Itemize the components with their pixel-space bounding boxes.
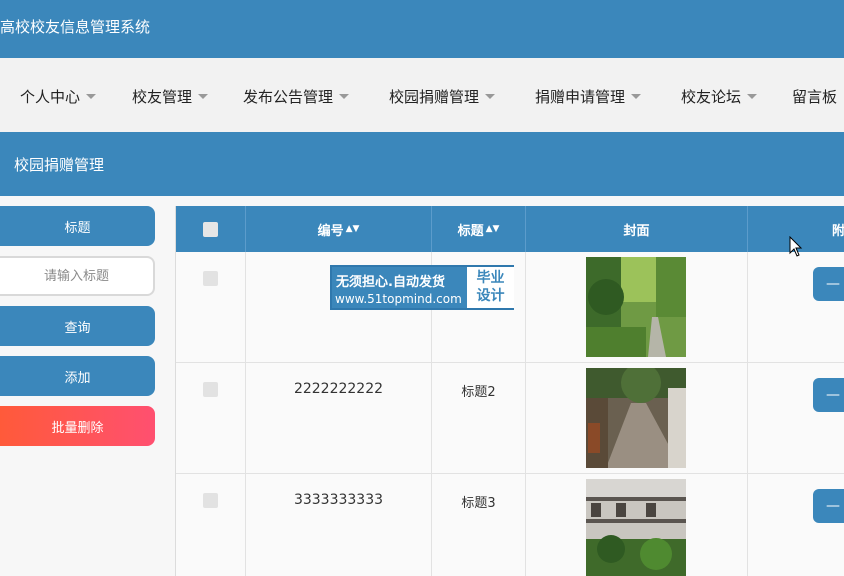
column-header-label: 封面 (623, 223, 650, 239)
row-checkbox[interactable] (203, 271, 218, 286)
sort-icon: ▲▼ (345, 224, 360, 234)
column-header-label: 标题 (457, 223, 484, 239)
nav-item-label: 留言板 (792, 88, 838, 106)
row-select-cell (176, 252, 246, 363)
row-checkbox[interactable] (203, 382, 218, 397)
number-value: 2222222222 (293, 381, 384, 397)
number-cell: 2222222222 (246, 363, 432, 474)
sort-icon: ▲▼ (485, 224, 500, 234)
number-cell: 3333333333 (246, 474, 432, 576)
row-action-button[interactable]: — (813, 489, 844, 523)
row-action-button[interactable]: — (813, 267, 844, 301)
cover-cell (526, 363, 748, 474)
column-header-number[interactable]: 编号 ▲▼ (246, 206, 432, 252)
select-all-checkbox[interactable] (203, 221, 218, 237)
search-panel: 标题 查询 添加 批量删除 (0, 196, 175, 576)
mouse-cursor-icon (789, 235, 803, 262)
row-select-cell (176, 363, 246, 474)
page-title: 校园捐赠管理 (14, 156, 105, 174)
nav-item-donations[interactable]: 校园捐赠管理 (389, 86, 496, 107)
nav-item-label: 校园捐赠管理 (389, 88, 480, 106)
chevron-down-icon (485, 94, 496, 99)
query-button[interactable]: 查询 (0, 306, 155, 346)
watermark-url: www.51topmind.com (335, 292, 462, 306)
chevron-down-icon (339, 94, 350, 99)
watermark-text: 无须担心.自动发货 (336, 275, 445, 290)
title-cell: 标题3 (432, 474, 526, 576)
table-row: 2222222222 标题2 — (176, 363, 844, 474)
cover-cell (526, 252, 748, 363)
watermark-side: 毕业 设计 (467, 267, 514, 308)
nav-item-forum[interactable]: 校友论坛 (681, 86, 758, 107)
title-search-input[interactable] (0, 256, 155, 296)
nav-item-message-board[interactable]: 留言板 (792, 86, 837, 107)
nav-item-label: 校友论坛 (681, 88, 742, 106)
column-header-title[interactable]: 标题 ▲▼ (432, 206, 526, 252)
main-nav: 个人中心 校友管理 发布公告管理 校园捐赠管理 捐赠申请管理 校友论坛 留言板 (0, 58, 844, 132)
nav-item-donation-requests[interactable]: 捐赠申请管理 (535, 86, 642, 107)
nav-item-label: 捐赠申请管理 (535, 88, 626, 106)
chevron-down-icon (747, 94, 758, 99)
chevron-down-icon (198, 94, 209, 99)
column-header-label: 附 (831, 223, 844, 239)
column-header-cover: 封面 (526, 206, 748, 252)
cover-image-garden-path[interactable] (586, 257, 686, 357)
batch-delete-button[interactable]: 批量删除 (0, 406, 155, 446)
chevron-down-icon (86, 94, 97, 99)
nav-item-alumni[interactable]: 校友管理 (132, 86, 209, 107)
title-filter-label: 标题 (0, 206, 155, 246)
number-value: 3333333333 (293, 492, 384, 508)
app-title: 高校校友信息管理系统 (0, 18, 151, 36)
action-cell: — (748, 363, 844, 474)
section-header: 校园捐赠管理 (0, 132, 844, 196)
donation-table: 编号▲▼ 标题▲▼ 封面 附 1111 (175, 206, 844, 576)
nav-item-label: 发布公告管理 (243, 88, 334, 106)
watermark-side-line1: 毕业 (476, 270, 505, 286)
row-checkbox[interactable] (203, 493, 218, 508)
title-value: 标题2 (461, 385, 496, 400)
nav-item-announcements[interactable]: 发布公告管理 (243, 86, 350, 107)
column-header-label: 编号 (317, 223, 344, 239)
nav-item-profile[interactable]: 个人中心 (20, 86, 97, 107)
action-cell: — (748, 252, 844, 363)
nav-item-label: 个人中心 (20, 88, 81, 106)
top-bar: 高校校友信息管理系统 (0, 0, 844, 58)
row-select-cell (176, 474, 246, 576)
row-action-button[interactable]: — (813, 378, 844, 412)
chevron-down-icon (631, 94, 642, 99)
cover-cell (526, 474, 748, 576)
table-header: 编号 ▲▼ 标题 ▲▼ 封面 附 (176, 206, 844, 252)
title-cell: 标题2 (432, 363, 526, 474)
select-all-cell (176, 206, 246, 252)
table-row: 3333333333 标题3 — (176, 474, 844, 576)
add-button[interactable]: 添加 (0, 356, 155, 396)
cover-image-campus-building[interactable] (586, 479, 686, 576)
watermark-banner: 无须担心.自动发货 www.51topmind.com 毕业 设计 (330, 265, 514, 310)
nav-item-label: 校友管理 (132, 88, 193, 106)
action-cell: — (748, 474, 844, 576)
cover-image-corridor[interactable] (586, 368, 686, 468)
watermark-side-line2: 设计 (476, 288, 505, 304)
title-value: 标题3 (461, 496, 496, 511)
